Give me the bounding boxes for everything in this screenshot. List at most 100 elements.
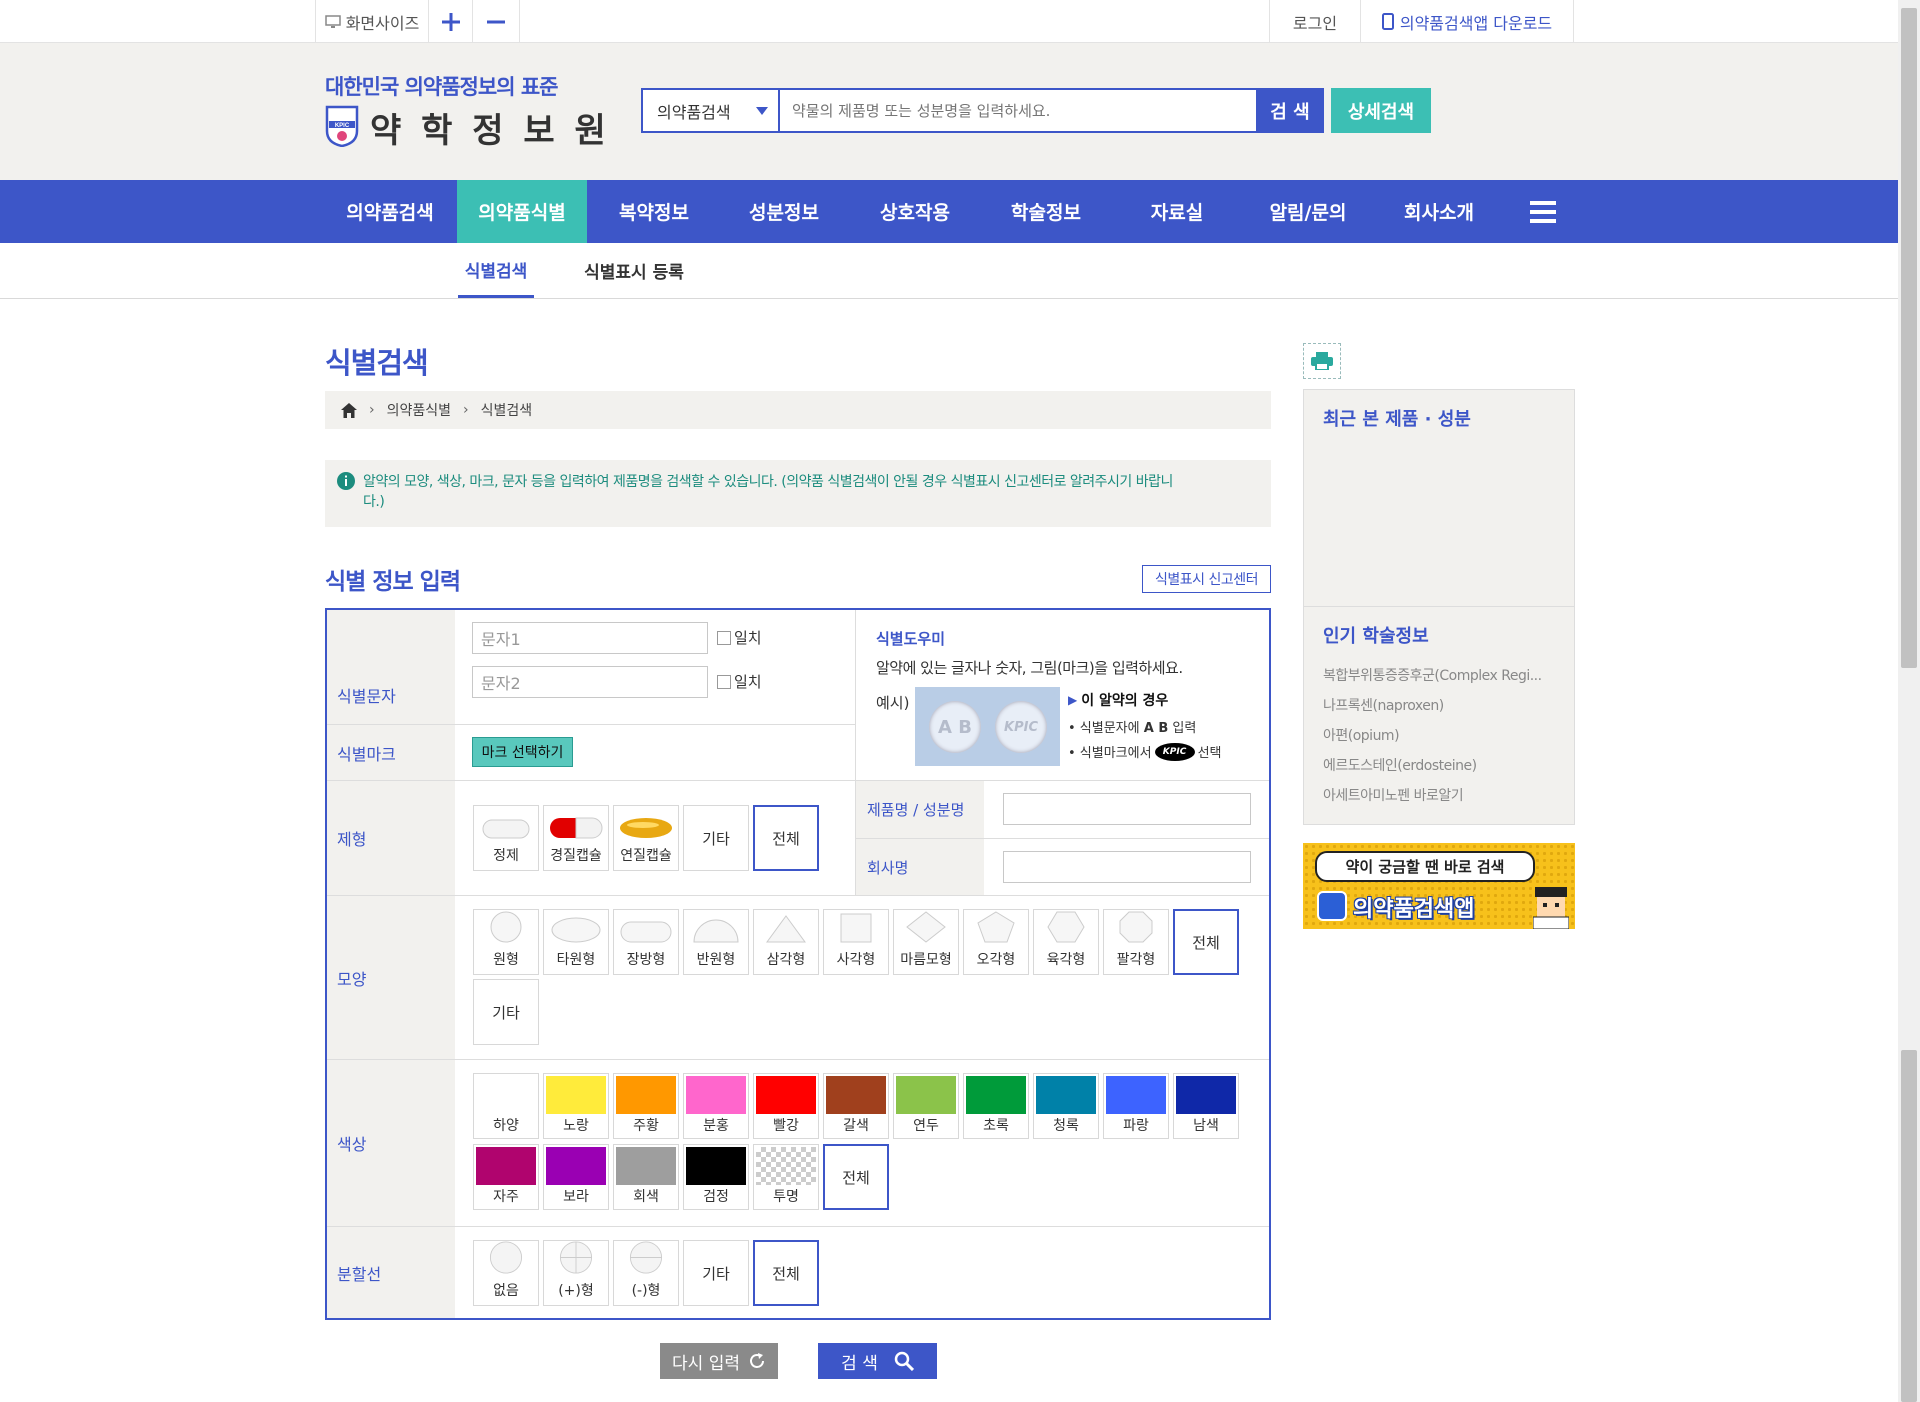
nav-item-academic[interactable]: 학술정보 (986, 180, 1106, 243)
breadcrumb-item-search[interactable]: 식별검색 (481, 400, 533, 420)
nav-item-company[interactable]: 회사소개 (1379, 180, 1499, 243)
mark-select-button[interactable]: 마크 선택하기 (472, 737, 573, 767)
line-option-plus[interactable]: (+)형 (543, 1240, 609, 1306)
nav-item-ingredient[interactable]: 성분정보 (724, 180, 844, 243)
nav-item-notice[interactable]: 알림/문의 (1248, 180, 1368, 243)
shape-option-round[interactable]: 원형 (473, 909, 539, 975)
nav-item-library[interactable]: 자료실 (1117, 180, 1237, 243)
char2-match-checkbox[interactable]: 일치 (717, 671, 762, 692)
plus-icon (441, 12, 460, 31)
app-banner[interactable]: 약이 궁금할 땐 바로 검색 의약품검색앱 (1303, 843, 1575, 929)
home-icon[interactable] (341, 402, 357, 418)
print-button[interactable] (1303, 343, 1341, 379)
color-swatch (686, 1076, 746, 1114)
report-center-button[interactable]: 식별표시 신고센터 (1142, 565, 1271, 593)
line-option-all[interactable]: 전체 (753, 1240, 819, 1306)
char2-input[interactable]: 문자2 (472, 666, 708, 698)
form-option-soft-capsule[interactable]: 연질캡슐 (613, 805, 679, 871)
helper-example-label: 예시) (876, 694, 910, 712)
company-input[interactable] (1003, 851, 1251, 883)
color-option-white[interactable]: 하양 (473, 1073, 539, 1139)
shape-option-triangle[interactable]: 삼각형 (753, 909, 819, 975)
kpic-emblem-icon[interactable]: KPIC (325, 105, 359, 148)
utility-bar: 화면사이즈 로그인 의약품검색앱 다운로드 (0, 0, 1898, 43)
character-icon (1532, 885, 1570, 929)
refresh-icon (750, 1353, 764, 1368)
nav-item-medication[interactable]: 복약정보 (594, 180, 714, 243)
color-option-blue[interactable]: 파랑 (1103, 1073, 1169, 1139)
color-option-lightgreen[interactable]: 연두 (893, 1073, 959, 1139)
color-option-purple[interactable]: 보라 (543, 1144, 609, 1210)
form-option-hard-capsule[interactable]: 경질캡슐 (543, 805, 609, 871)
color-option-magenta[interactable]: 자주 (473, 1144, 539, 1210)
form-option-all[interactable]: 전체 (753, 805, 819, 871)
all-menu-button[interactable] (1520, 180, 1566, 243)
line-option-minus[interactable]: (-)형 (613, 1240, 679, 1306)
nav-item-interaction[interactable]: 상호작용 (855, 180, 975, 243)
popular-item[interactable]: 복합부위통증증후군(Complex Regi... (1323, 665, 1542, 685)
search-input[interactable] (782, 90, 1324, 131)
subnav-item-register[interactable]: 식별표시 등록 (578, 243, 690, 298)
color-option-green[interactable]: 초록 (963, 1073, 1029, 1139)
helper-case: ▶ 이 알약의 경우 (1068, 690, 1168, 710)
color-option-pink[interactable]: 분홍 (683, 1073, 749, 1139)
match-label: 일치 (734, 629, 762, 647)
triangle-shape-icon (766, 915, 806, 943)
zoom-out-button[interactable] (473, 0, 520, 43)
color-option-all[interactable]: 전체 (823, 1144, 889, 1210)
shape-option-semicircle[interactable]: 반원형 (683, 909, 749, 975)
color-option-gray[interactable]: 회색 (613, 1144, 679, 1210)
shape-option-pentagon[interactable]: 오각형 (963, 909, 1029, 975)
color-option-black[interactable]: 검정 (683, 1144, 749, 1210)
scrollbar-thumb-lower[interactable] (1901, 1050, 1917, 1402)
scrollbar-thumb[interactable] (1901, 8, 1917, 668)
nav-item-drug-identify[interactable]: 의약품식별 (457, 180, 587, 243)
shape-option-square[interactable]: 사각형 (823, 909, 889, 975)
shape-option-label: 삼각형 (766, 952, 806, 968)
shape-option-diamond[interactable]: 마름모형 (893, 909, 959, 975)
form-option-other[interactable]: 기타 (683, 805, 749, 871)
search-category-select[interactable]: 의약품검색 (643, 90, 780, 131)
color-swatch (476, 1147, 536, 1185)
breadcrumb-item-identify[interactable]: 의약품식별 (387, 400, 451, 420)
nav-item-drug-search[interactable]: 의약품검색 (330, 180, 450, 243)
shape-option-octagon[interactable]: 팔각형 (1103, 909, 1169, 975)
popular-item[interactable]: 에르도스테인(erdosteine) (1323, 755, 1477, 775)
line-option-none[interactable]: 없음 (473, 1240, 539, 1306)
screen-size-text: 화면사이즈 (345, 13, 420, 33)
color-option-red[interactable]: 빨강 (753, 1073, 819, 1139)
svg-text:KPIC: KPIC (335, 123, 350, 129)
shape-option-all[interactable]: 전체 (1173, 909, 1239, 975)
shape-option-hexagon[interactable]: 육각형 (1033, 909, 1099, 975)
color-option-navy[interactable]: 남색 (1173, 1073, 1239, 1139)
color-label: 파랑 (1123, 1118, 1149, 1134)
color-option-orange[interactable]: 주황 (613, 1073, 679, 1139)
char1-match-checkbox[interactable]: 일치 (717, 627, 762, 648)
popular-item[interactable]: 아세트아미노펜 바로알기 (1323, 785, 1464, 805)
brand-name[interactable]: 약 학 정 보 원 (370, 103, 610, 152)
color-option-brown[interactable]: 갈색 (823, 1073, 889, 1139)
shape-option-label: 장방형 (626, 952, 666, 968)
char1-input[interactable]: 문자1 (472, 622, 708, 654)
zoom-in-button[interactable] (429, 0, 473, 43)
subnav-item-identify-search[interactable]: 식별검색 (458, 243, 534, 298)
reset-button[interactable]: 다시 입력 (660, 1343, 778, 1379)
search-button[interactable]: 검 색 (1256, 88, 1324, 133)
shape-option-oblong[interactable]: 장방형 (613, 909, 679, 975)
detail-search-button[interactable]: 상세검색 (1331, 88, 1431, 133)
login-link[interactable]: 로그인 (1269, 0, 1361, 43)
app-download-link[interactable]: 의약품검색앱 다운로드 (1361, 0, 1574, 43)
line-option-other[interactable]: 기타 (683, 1240, 749, 1306)
color-option-transparent[interactable]: 투명 (753, 1144, 819, 1210)
reset-button-label: 다시 입력 (672, 1353, 740, 1374)
form-search-button[interactable]: 검 색 (818, 1343, 937, 1379)
color-option-teal[interactable]: 청록 (1033, 1073, 1099, 1139)
notice-text-line1: 알약의 모양, 색상, 마크, 문자 등을 입력하여 제품명을 검색할 수 있습… (363, 474, 1173, 490)
popular-item[interactable]: 나프록센(naproxen) (1323, 695, 1444, 715)
form-option-tablet[interactable]: 정제 (473, 805, 539, 871)
product-input[interactable] (1003, 793, 1251, 825)
shape-option-other[interactable]: 기타 (473, 979, 539, 1045)
color-option-yellow[interactable]: 노랑 (543, 1073, 609, 1139)
shape-option-oval[interactable]: 타원형 (543, 909, 609, 975)
popular-item[interactable]: 아편(opium) (1323, 725, 1400, 745)
